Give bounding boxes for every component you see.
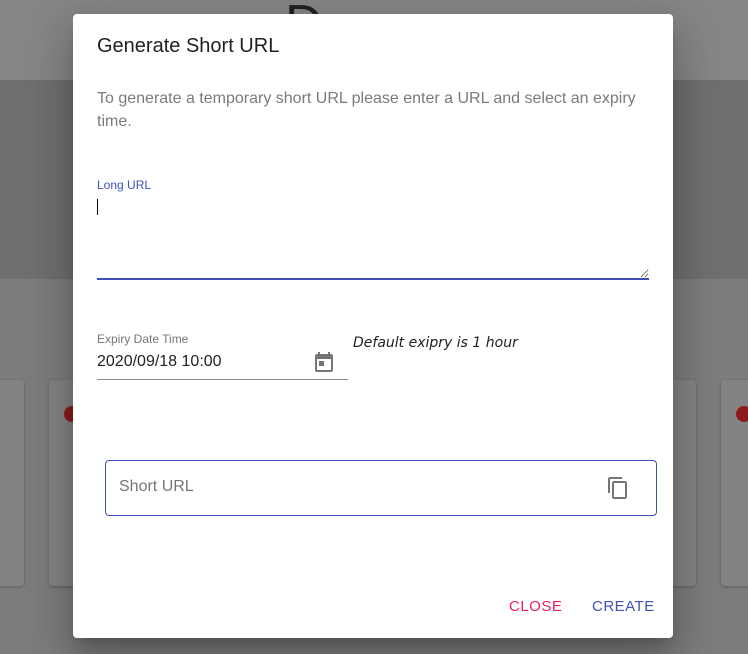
close-button[interactable]: CLOSE [509, 598, 562, 615]
expiry-default-note: Default exipry is 1 hour [353, 335, 518, 351]
expiry-underline [97, 379, 348, 380]
background-card-icon [736, 406, 748, 422]
dialog-description: To generate a temporary short URL please… [97, 90, 636, 130]
copy-icon[interactable] [606, 476, 630, 500]
long-url-input[interactable] [97, 194, 649, 280]
short-url-placeholder: Short URL [119, 478, 194, 495]
text-cursor [97, 199, 98, 215]
create-button[interactable]: CREATE [592, 598, 655, 615]
short-url-field[interactable]: Short URL [105, 460, 657, 516]
calendar-icon[interactable] [312, 351, 336, 375]
dialog-title: Generate Short URL [97, 35, 280, 57]
long-url-label: Long URL [97, 178, 152, 192]
background-card [0, 380, 24, 586]
expiry-date-time-input[interactable]: 2020/09/18 10:00 [97, 353, 222, 371]
expiry-date-time-label: Expiry Date Time [97, 332, 189, 346]
generate-short-url-dialog: Generate Short URL To generate a tempora… [73, 14, 673, 638]
